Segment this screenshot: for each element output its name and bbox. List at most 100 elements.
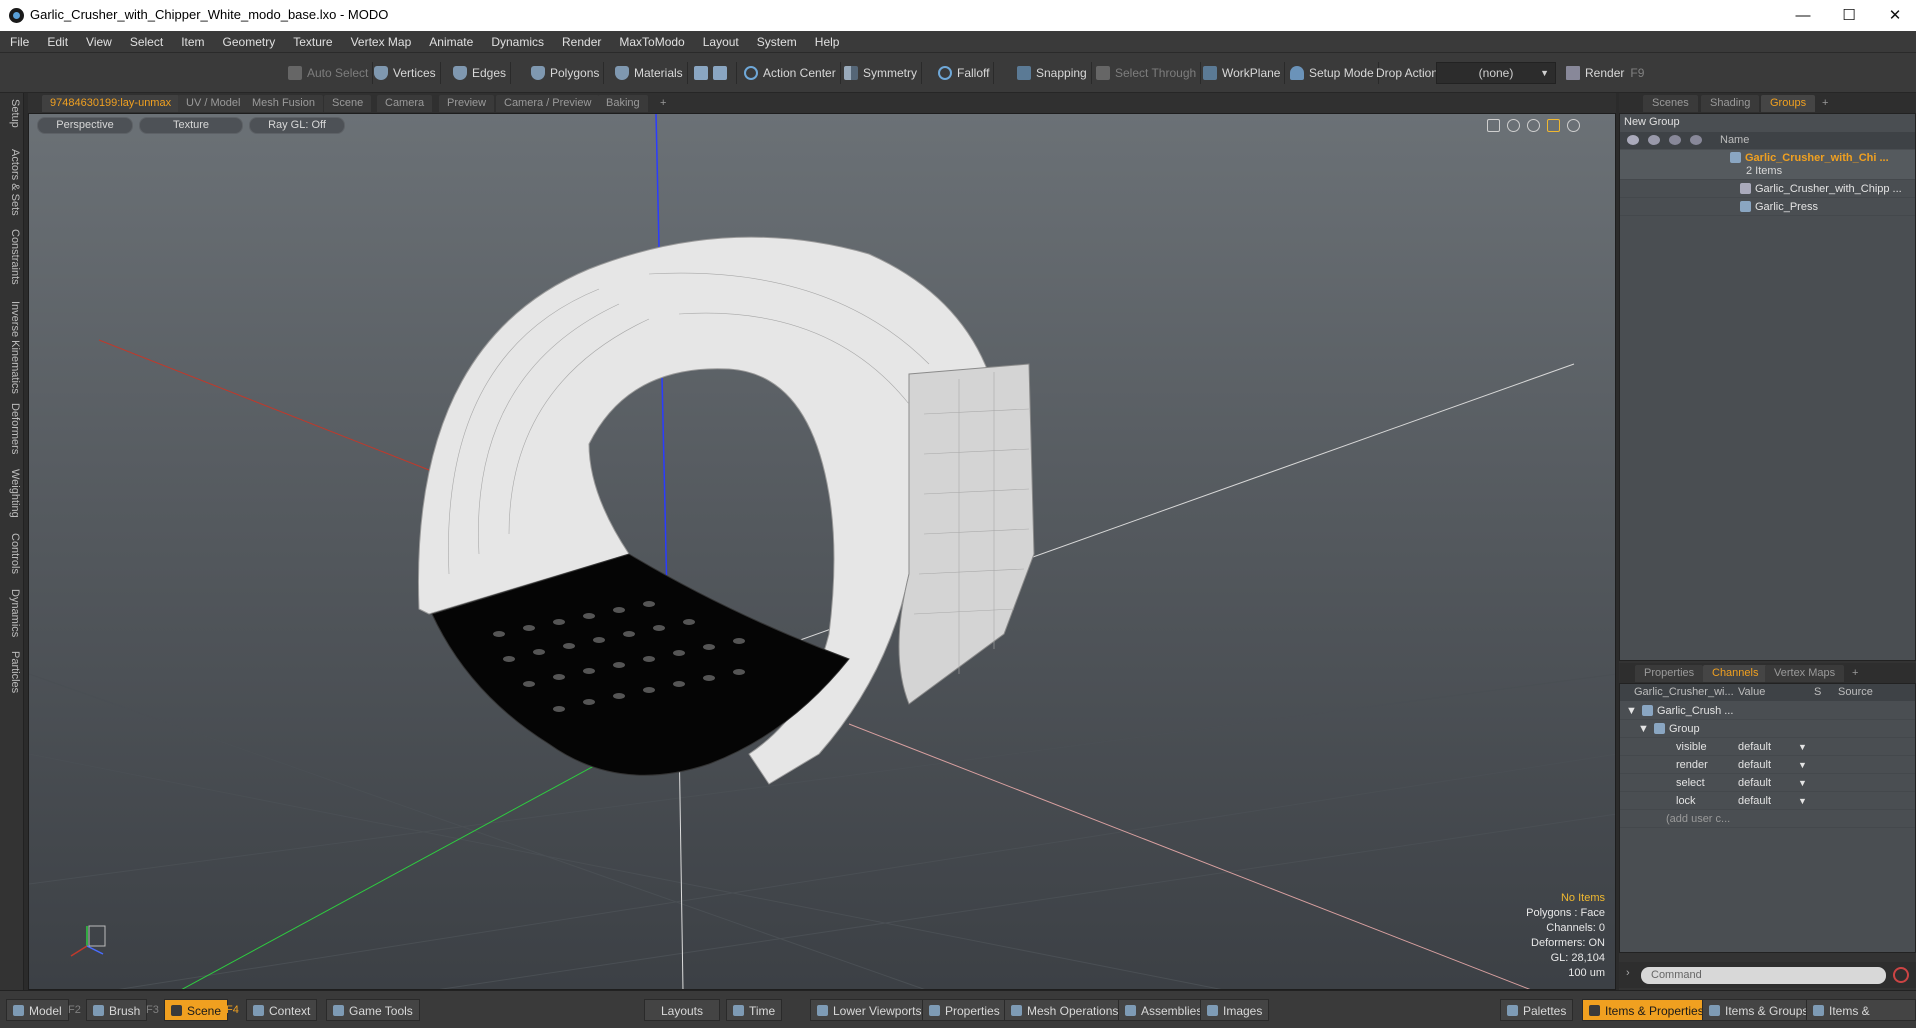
edges-button[interactable]: Edges [449,62,512,84]
menu-system[interactable]: System [748,31,806,53]
tab-weighting[interactable]: Weighting [3,469,21,518]
group-root-row[interactable]: Garlic_Crusher_with_Chi ... 2 Items [1620,150,1915,180]
channel-row[interactable]: visible default ▼ [1620,738,1915,756]
select-through-button[interactable]: Select Through [1092,62,1202,84]
tab-camera[interactable]: Camera [377,95,433,112]
tab-properties[interactable]: Properties [1635,665,1704,682]
menu-layout[interactable]: Layout [694,31,748,53]
tab-inverse-kinematics[interactable]: Inverse Kinematics [3,301,21,394]
falloff-button[interactable]: Falloff [934,62,995,84]
channel-row[interactable]: select default ▼ [1620,774,1915,792]
tab-vertex-maps[interactable]: Vertex Maps [1765,665,1845,682]
vertices-button[interactable]: Vertices [370,62,441,84]
game-tools-layout-button[interactable]: Game Tools [326,999,420,1021]
images-button[interactable]: Images [1200,999,1270,1021]
item-mode-button[interactable] [690,62,737,84]
minimize-button[interactable]: — [1780,0,1826,31]
3d-viewport[interactable]: Perspective Texture Ray GL: Off No Items… [28,113,1616,990]
channel-value[interactable]: default [1738,792,1771,810]
channel-value[interactable]: default [1738,756,1771,774]
menu-texture[interactable]: Texture [284,31,341,53]
menu-animate[interactable]: Animate [420,31,482,53]
garlic-crusher-mesh[interactable] [417,236,1035,785]
drop-action-select[interactable]: (none) ▼ [1436,62,1556,84]
menu-maxtomodo[interactable]: MaxToModo [610,31,693,53]
chevron-down-icon[interactable]: ▼ [1798,756,1807,774]
expand-arrow-icon[interactable]: ▼ [1638,720,1649,738]
menu-item[interactable]: Item [172,31,213,53]
menu-dynamics[interactable]: Dynamics [482,31,553,53]
group-child-row[interactable]: Garlic_Press [1620,198,1915,216]
menu-file[interactable]: File [0,31,38,53]
channel-value[interactable]: default [1738,738,1771,756]
items-groups-button[interactable]: Items & Groups [1702,999,1816,1021]
tab-groups[interactable]: Groups [1761,95,1816,112]
menu-help[interactable]: Help [806,31,849,53]
channel-group-row[interactable]: ▼ Group [1620,720,1915,738]
mesh-operations-button[interactable]: Mesh Operations [1004,999,1126,1021]
polygons-button[interactable]: Polygons [527,62,605,84]
context-layout-button[interactable]: Context [246,999,318,1021]
expand-arrow-icon[interactable]: ▼ [1626,702,1637,720]
record-icon[interactable] [1893,967,1909,983]
menu-render[interactable]: Render [553,31,610,53]
items-shading-button[interactable]: Items & Shading [1806,999,1916,1028]
snapping-button[interactable]: Snapping [1013,62,1092,84]
tab-setup[interactable]: Setup [3,99,21,128]
chevron-down-icon[interactable]: ▼ [1798,792,1807,810]
tab-deformers[interactable]: Deformers [3,403,21,454]
model-layout-button[interactable]: Model [6,999,69,1021]
workplane-button[interactable]: WorkPlane [1199,62,1286,84]
menu-view[interactable]: View [77,31,121,53]
action-center-button[interactable]: Action Center [740,62,841,84]
add-panel-tab-button[interactable]: + [1813,95,1837,112]
assemblies-button[interactable]: Assemblies [1118,999,1210,1021]
channel-root-row[interactable]: ▼ Garlic_Crush ... [1620,702,1915,720]
tab-mesh-fusion[interactable]: Mesh Fusion [244,95,323,112]
tab-scene[interactable]: Scene [324,95,372,112]
tab-camera-preview[interactable]: Camera / Preview [496,95,600,112]
auto-select-button[interactable]: Auto Select [284,62,374,84]
setup-mode-button[interactable]: Setup Mode [1286,62,1379,84]
new-group-button[interactable]: New Group [1620,114,1915,131]
tab-channels[interactable]: Channels [1703,665,1768,682]
tab-scenes[interactable]: Scenes [1643,95,1698,112]
tab-uv-model[interactable]: UV / Model [178,95,249,112]
menu-geometry[interactable]: Geometry [214,31,285,53]
palettes-button[interactable]: Palettes [1500,999,1574,1021]
channel-row[interactable]: render default ▼ [1620,756,1915,774]
render-button[interactable]: Render F9 [1562,62,1648,84]
chevron-down-icon[interactable]: ▼ [1798,774,1807,792]
tab-constraints[interactable]: Constraints [3,229,21,285]
menu-select[interactable]: Select [121,31,172,53]
time-button[interactable]: Time [726,999,783,1021]
items-properties-button[interactable]: Items & Properties [1582,999,1711,1021]
layouts-button[interactable]: Layouts [644,999,720,1021]
properties-button[interactable]: Properties [922,999,1007,1021]
menu-edit[interactable]: Edit [38,31,77,53]
lower-viewports-button[interactable]: Lower Viewports [810,999,929,1021]
chevron-down-icon[interactable]: ▼ [1798,738,1807,756]
command-input[interactable]: Command [1641,967,1886,984]
add-tab-button[interactable]: + [652,95,674,112]
add-panel-tab-button[interactable]: + [1843,665,1867,682]
materials-button[interactable]: Materials [611,62,688,84]
maximize-button[interactable]: ☐ [1826,0,1872,31]
add-user-channel-row[interactable]: (add user c... [1620,810,1915,828]
tab-dynamics[interactable]: Dynamics [3,589,21,637]
tab-layout-unmax[interactable]: 97484630199:lay-unmax [42,95,180,112]
brush-layout-button[interactable]: Brush [86,999,148,1021]
channel-value[interactable]: default [1738,774,1771,792]
tab-particles[interactable]: Particles [3,651,21,693]
channel-row[interactable]: lock default ▼ [1620,792,1915,810]
tab-controls[interactable]: Controls [3,533,21,574]
symmetry-button[interactable]: Symmetry [840,62,922,84]
close-button[interactable]: ✕ [1872,0,1916,31]
menu-vertex-map[interactable]: Vertex Map [342,31,421,53]
tab-baking[interactable]: Baking [598,95,648,112]
group-child-row[interactable]: Garlic_Crusher_with_Chipp ... [1620,180,1915,198]
tab-shading[interactable]: Shading [1701,95,1760,112]
tab-actors-sets[interactable]: Actors & Sets [3,149,21,216]
tab-preview[interactable]: Preview [439,95,495,112]
scene-layout-button[interactable]: Scene [164,999,229,1021]
